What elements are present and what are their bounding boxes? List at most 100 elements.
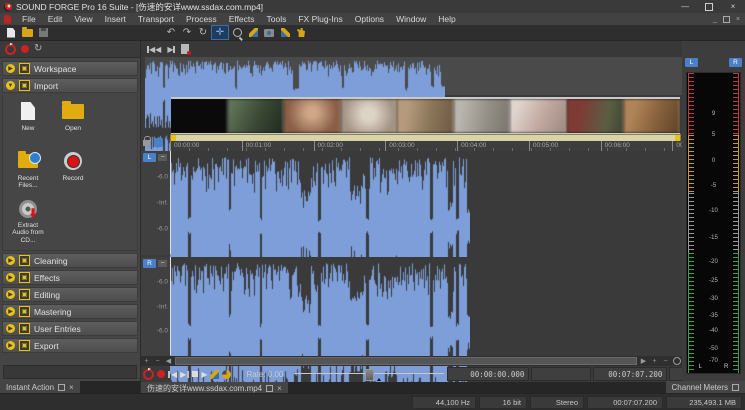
scrollbar-track[interactable] [175,357,637,365]
import-tile-recent-files[interactable]: Recent Files... [9,150,47,194]
menu-item-insert[interactable]: Insert [99,14,132,24]
waveform-area-l[interactable] [170,151,681,254]
edit-tool-button[interactable]: ✛ [211,25,229,40]
rate-slider-handle[interactable] [365,369,374,381]
video-frame-thumbnail[interactable] [397,99,454,133]
scrollbar-thumb[interactable] [175,357,637,365]
sidebar-section-cleaning[interactable]: ▶▣Cleaning [2,253,138,268]
float-window-icon[interactable] [266,385,273,392]
mdi-minimize-button[interactable]: _ [713,16,717,23]
menu-item-help[interactable]: Help [432,14,461,24]
sidebar-section-user-entries[interactable]: ▶▣User Entries [2,321,138,336]
open-file-button[interactable] [19,26,35,39]
expander-icon[interactable]: ▶ [6,341,15,350]
loop-playback-button[interactable] [222,368,231,380]
menu-item-tools[interactable]: Tools [261,14,293,24]
channel-collapse-button[interactable]: − [158,154,167,161]
record-button[interactable] [157,368,165,380]
video-frame-thumbnail[interactable] [284,99,341,133]
minimize-button[interactable]: — [673,0,697,13]
menu-item-window[interactable]: Window [390,14,432,24]
go-to-start-button[interactable]: ◀ [168,368,177,380]
record-remote-icon[interactable] [5,44,16,55]
import-tile-open[interactable]: Open [54,100,92,144]
menu-item-view[interactable]: View [68,14,98,24]
menu-item-effects[interactable]: Effects [223,14,261,24]
snapshot-button[interactable] [261,26,277,39]
mdi-close-button[interactable]: × [736,16,740,23]
meter-left-button[interactable]: L [685,58,698,67]
lock-icon[interactable] [143,140,150,146]
meter-right-button[interactable]: R [729,58,742,67]
close-tab-icon[interactable]: × [277,385,282,393]
import-tile-record[interactable]: Record [54,150,92,194]
channel-collapse-button[interactable]: − [158,260,167,267]
import-tile-new[interactable]: New [9,100,47,144]
close-tab-icon[interactable]: × [69,384,74,392]
expander-icon[interactable]: ▶ [6,256,15,265]
float-window-icon[interactable] [58,384,65,391]
level-meter[interactable]: 950-5-10-15-20-25-30-35-40-50-70 L R [686,72,741,374]
save-button[interactable] [35,26,51,39]
import-tile-extract-audio-from-cd[interactable]: Extract Audio from CD... [9,200,47,244]
float-window-icon[interactable] [732,384,739,391]
close-button[interactable]: × [721,0,745,13]
scrub-tool-button[interactable] [210,368,219,380]
zoom-out-button[interactable]: − [660,356,671,366]
mdi-restore-button[interactable] [723,16,730,23]
overview-waveform[interactable] [145,57,682,95]
scroll-left-button[interactable]: ◀ [163,356,174,366]
video-frame-black[interactable] [171,99,228,133]
snap-tool-icon[interactable] [154,138,163,147]
menu-item-options[interactable]: Options [349,14,390,24]
sidebar-section-effects[interactable]: ▶▣Effects [2,270,138,285]
record-remote-button[interactable] [143,368,154,380]
menu-item-fx-plug-ins[interactable]: FX Plug-Ins [292,14,348,24]
video-frame-thumbnail[interactable] [624,99,681,133]
sidebar-section-workspace[interactable]: ▶▣Workspace [2,61,138,76]
video-frame-thumbnail[interactable] [567,99,624,133]
record-icon[interactable] [21,45,29,53]
play-button[interactable]: ▶ [201,368,207,380]
zoom-tool-button[interactable] [671,356,682,366]
waveform-area-r[interactable] [170,257,681,355]
stop-button[interactable] [192,368,198,380]
expander-icon[interactable]: ▶ [6,273,15,282]
video-frame-thumbnail[interactable] [341,99,398,133]
menu-item-file[interactable]: File [16,14,42,24]
video-frame-thumbnail[interactable] [228,99,285,133]
new-file-button[interactable] [3,26,19,39]
expander-icon[interactable]: ▶ [6,64,15,73]
scroll-right-button[interactable]: ▶ [638,356,649,366]
expander-icon[interactable]: ▶ [6,307,15,316]
trigger-list-button[interactable] [181,44,189,54]
pencil-tool-button[interactable] [245,26,261,39]
expander-icon[interactable]: ▼ [6,81,15,90]
repeat-button[interactable]: ↻ [195,26,211,39]
sidebar-section-export[interactable]: ▶▣Export [2,338,138,353]
whats-this-button[interactable] [293,26,309,39]
event-tool-button[interactable] [277,26,293,39]
expander-icon[interactable]: ▶ [6,290,15,299]
sidebar-section-import[interactable]: ▼▣Import [2,78,138,93]
video-thumbnail-strip[interactable] [171,97,680,135]
menu-item-transport[interactable]: Transport [132,14,180,24]
sidebar-section-mastering[interactable]: ▶▣Mastering [2,304,138,319]
sidebar-section-editing[interactable]: ▶▣Editing [2,287,138,302]
magnify-tool-button[interactable] [229,26,245,39]
zoom-in-time-button[interactable]: + [141,356,152,366]
menu-item-edit[interactable]: Edit [42,14,69,24]
undo-button[interactable]: ↶ [163,26,179,39]
go-to-end-button[interactable]: ▶ [167,45,175,54]
maximize-button[interactable] [697,0,721,13]
redo-button[interactable]: ↷ [179,26,195,39]
video-frame-thumbnail[interactable] [510,99,567,133]
go-to-start-button[interactable]: ◀◀ [147,45,161,54]
rate-slider[interactable] [294,368,444,380]
zoom-in-button[interactable]: + [649,356,660,366]
channel-select-button[interactable]: R [143,259,156,268]
video-frame-thumbnail[interactable] [454,99,511,133]
refresh-button[interactable]: ↻ [34,44,42,54]
go-to-end-button[interactable]: ▶ [180,368,189,380]
menu-item-process[interactable]: Process [180,14,223,24]
